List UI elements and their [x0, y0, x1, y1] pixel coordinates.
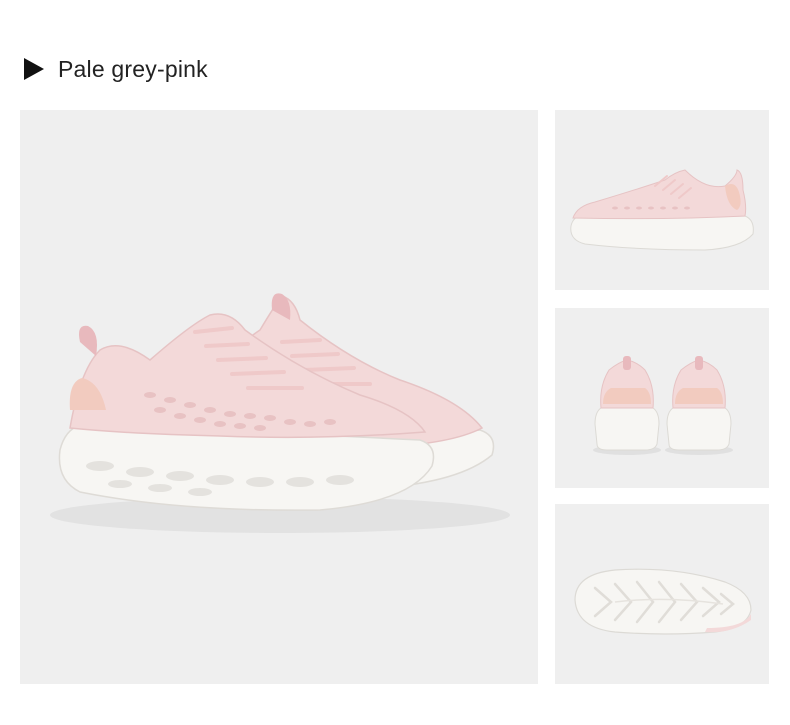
color-heading: Pale grey-pink — [24, 52, 208, 86]
play-triangle-icon — [24, 58, 44, 80]
thumbnail-outsole-view[interactable] — [555, 504, 769, 684]
sneaker-outsole-image — [555, 504, 769, 684]
color-title: Pale grey-pink — [58, 55, 208, 82]
main-product-photo[interactable] — [20, 110, 538, 684]
sneaker-side-image — [555, 110, 769, 290]
sneaker-heel-image — [555, 308, 769, 488]
sneaker-pair-image — [20, 110, 538, 684]
thumbnail-side-view[interactable] — [555, 110, 769, 290]
product-color-section: Pale grey-pink — [0, 0, 790, 725]
thumbnail-heel-view[interactable] — [555, 308, 769, 488]
